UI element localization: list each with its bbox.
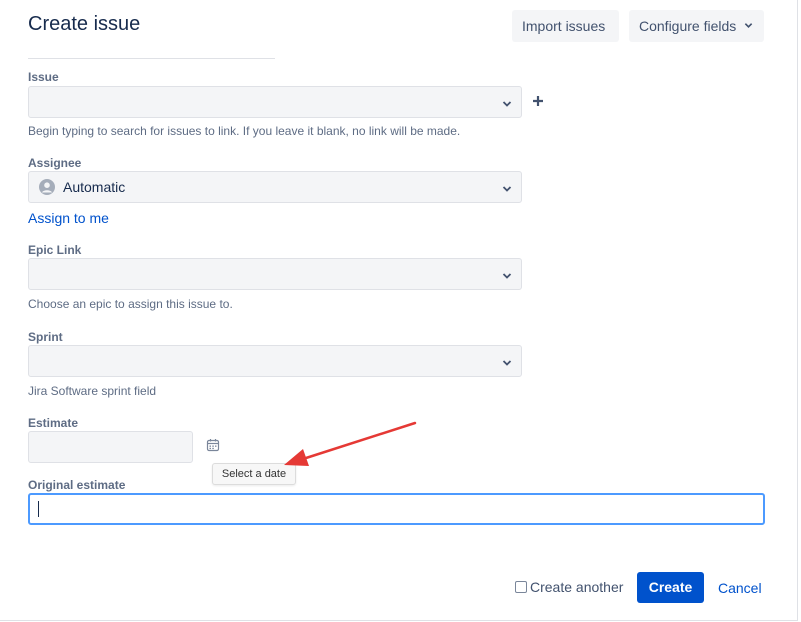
select-date-tooltip: Select a date [212,463,296,485]
create-another-checkbox[interactable] [515,581,527,593]
issue-label: Issue [28,70,59,84]
estimate-label: Estimate [28,416,79,430]
assign-to-me-link[interactable]: Assign to me [28,210,109,226]
create-another-label: Create another [530,579,624,595]
chevron-down-icon [502,268,512,279]
import-issues-button[interactable]: Import issues [512,10,619,42]
assignee-label: Assignee [28,156,82,170]
plus-icon[interactable] [531,94,545,108]
chevron-down-icon [502,355,512,366]
assignee-select[interactable]: Automatic [28,171,522,203]
original-estimate-input[interactable] [28,493,765,525]
chevron-down-icon [502,96,512,107]
cancel-button[interactable]: Cancel [718,580,762,596]
calendar-icon[interactable] [206,438,220,452]
dialog-title: Create issue [28,13,141,35]
chevron-down-icon [744,12,753,44]
original-estimate-label: Original estimate [28,478,126,492]
configure-fields-label: Configure fields [639,18,737,34]
issue-select[interactable] [28,86,522,118]
epic-link-select[interactable] [28,258,522,290]
sprint-label: Sprint [28,330,63,344]
create-issue-dialog: Create issue Import issues Configure fie… [0,0,798,621]
create-another-toggle[interactable]: Create another [515,579,623,595]
sprint-select[interactable] [28,345,522,377]
create-button[interactable]: Create [637,572,704,603]
epic-link-description: Choose an epic to assign this issue to. [28,297,233,311]
avatar-icon [39,179,55,195]
assignee-select-value: Automatic [63,179,126,195]
header-divider [28,58,275,59]
import-issues-label: Import issues [522,18,606,34]
chevron-down-icon [502,181,512,192]
sprint-description: Jira Software sprint field [28,384,157,398]
estimate-input[interactable] [28,431,193,463]
text-caret [38,501,39,517]
configure-fields-button[interactable]: Configure fields [629,10,764,42]
issue-description: Begin typing to search for issues to lin… [28,124,461,138]
epic-link-label: Epic Link [28,243,82,257]
